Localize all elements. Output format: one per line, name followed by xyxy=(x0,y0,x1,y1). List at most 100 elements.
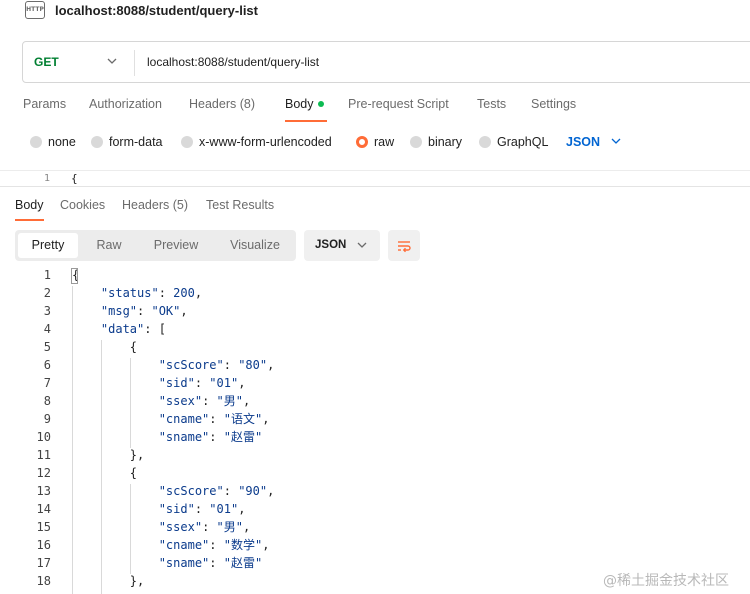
radio-label: raw xyxy=(374,135,395,149)
code-text: "ssex": "男", xyxy=(158,394,251,408)
radio-label: binary xyxy=(428,135,463,149)
chevron-down-icon xyxy=(357,242,367,248)
line-number: 1 xyxy=(43,268,51,282)
request-title-bar: HTTP localhost:8088/student/query-list xyxy=(0,0,750,24)
code-line: 6 "scScore": "80", xyxy=(0,356,750,374)
code-line: 1{ xyxy=(0,266,750,284)
line-number: 3 xyxy=(43,304,51,318)
line-number: 15 xyxy=(36,520,51,534)
code-text: "sid": "01", xyxy=(158,376,246,390)
line-number: 9 xyxy=(43,412,51,426)
line-number: 8 xyxy=(43,394,51,408)
chevron-down-icon[interactable] xyxy=(610,135,622,147)
line-number: 13 xyxy=(36,484,51,498)
response-format-select[interactable]: JSON xyxy=(304,230,380,261)
radio-circle-icon xyxy=(181,136,193,148)
line-number: 12 xyxy=(36,466,51,480)
active-tab-indicator xyxy=(285,120,327,122)
code-line: 13 "scScore": "90", xyxy=(0,482,750,500)
request-title[interactable]: localhost:8088/student/query-list xyxy=(55,3,258,18)
tab-pre-request-script[interactable]: Pre-request Script xyxy=(348,97,449,111)
code-text: }, xyxy=(72,574,145,588)
method-select[interactable]: GET xyxy=(34,55,59,69)
tab-body[interactable]: Body xyxy=(285,97,324,111)
code-line: 11 }, xyxy=(0,446,750,464)
line-number: 14 xyxy=(36,502,51,516)
code-text: "status": 200, xyxy=(100,286,203,300)
line-number: 6 xyxy=(43,358,51,372)
active-tab-indicator xyxy=(15,219,44,221)
pane-divider[interactable] xyxy=(0,186,750,187)
view-pretty-button[interactable]: Pretty xyxy=(18,233,78,258)
line-number: 17 xyxy=(36,556,51,570)
radio-binary[interactable]: binary xyxy=(410,133,462,151)
line-number: 5 xyxy=(43,340,51,354)
radio-label: none xyxy=(48,135,76,149)
code-text: "cname": "数学", xyxy=(158,538,270,552)
code-text: "data": [ xyxy=(100,322,166,336)
radio-none[interactable]: none xyxy=(30,133,76,151)
code-line: 10 "sname": "赵雷" xyxy=(0,428,750,446)
url-separator xyxy=(134,50,135,76)
code-line: 3 "msg": "OK", xyxy=(0,302,750,320)
radio-selected-icon xyxy=(356,136,368,148)
tab-settings[interactable]: Settings xyxy=(531,97,576,111)
code-text: }, xyxy=(72,448,145,462)
code-text: "scScore": "90", xyxy=(158,484,275,498)
code-text: { xyxy=(72,466,138,480)
active-dot-icon xyxy=(317,100,324,107)
radio-x-www-form-urlencoded[interactable]: x-www-form-urlencoded xyxy=(181,133,332,151)
code-text: "sid": "01", xyxy=(158,502,246,516)
line-number: 4 xyxy=(43,322,51,336)
tab-headers[interactable]: Headers (8) xyxy=(189,97,255,111)
wrap-lines-button[interactable] xyxy=(388,230,420,261)
resp-tab-headers[interactable]: Headers (5) xyxy=(122,198,188,212)
code-line: 15 "ssex": "男", xyxy=(0,518,750,536)
http-request-icon: HTTP xyxy=(25,1,45,19)
tab-tests[interactable]: Tests xyxy=(477,97,506,111)
url-input[interactable]: localhost:8088/student/query-list xyxy=(147,55,319,69)
response-body-code[interactable]: 1{2 "status": 200, 3 "msg": "OK", 4 "data"… xyxy=(0,266,750,594)
wrap-lines-icon xyxy=(398,241,411,253)
line-number: 18 xyxy=(36,574,51,588)
tab-body-label: Body xyxy=(285,97,314,111)
radio-graphql[interactable]: GraphQL xyxy=(479,133,548,151)
radio-label: form-data xyxy=(109,135,163,149)
resp-tab-cookies[interactable]: Cookies xyxy=(60,198,105,212)
request-body-editor[interactable]: 1 { xyxy=(0,170,750,184)
radio-label: x-www-form-urlencoded xyxy=(199,135,332,149)
tab-params[interactable]: Params xyxy=(23,97,66,111)
radio-circle-icon xyxy=(91,136,103,148)
view-visualize-button[interactable]: Visualize xyxy=(218,233,292,258)
line-number: 1 xyxy=(43,173,50,184)
radio-circle-icon xyxy=(410,136,422,148)
radio-raw[interactable]: raw xyxy=(356,133,394,151)
url-bar: GET localhost:8088/student/query-list xyxy=(22,41,750,83)
code-line: 9 "cname": "语文", xyxy=(0,410,750,428)
code-text: "sname": "赵雷" xyxy=(158,430,263,444)
radio-form-data[interactable]: form-data xyxy=(91,133,163,151)
raw-format-select[interactable]: JSON xyxy=(566,135,600,149)
resp-tab-body[interactable]: Body xyxy=(15,198,44,212)
radio-circle-icon xyxy=(30,136,42,148)
tab-authorization[interactable]: Authorization xyxy=(89,97,162,111)
line-number: 2 xyxy=(43,286,51,300)
code-text: "scScore": "80", xyxy=(158,358,275,372)
code-text: "msg": "OK", xyxy=(100,304,188,318)
resp-tab-test-results[interactable]: Test Results xyxy=(206,198,274,212)
format-label: JSON xyxy=(315,239,347,251)
text-cursor xyxy=(71,268,78,284)
code-text: { xyxy=(72,340,138,354)
view-raw-button[interactable]: Raw xyxy=(83,233,135,258)
editor-text: { xyxy=(71,172,78,184)
view-preview-button[interactable]: Preview xyxy=(141,233,211,258)
code-line: 8 "ssex": "男", xyxy=(0,392,750,410)
code-line: 5 { xyxy=(0,338,750,356)
code-line: 16 "cname": "数学", xyxy=(0,536,750,554)
chevron-down-icon[interactable] xyxy=(105,54,119,68)
line-number: 7 xyxy=(43,376,51,390)
code-line: 4 "data": [ xyxy=(0,320,750,338)
view-mode-toggle: Pretty Raw Preview Visualize xyxy=(15,230,296,261)
code-line: 7 "sid": "01", xyxy=(0,374,750,392)
watermark: @稀土掘金技术社区 xyxy=(603,573,729,589)
